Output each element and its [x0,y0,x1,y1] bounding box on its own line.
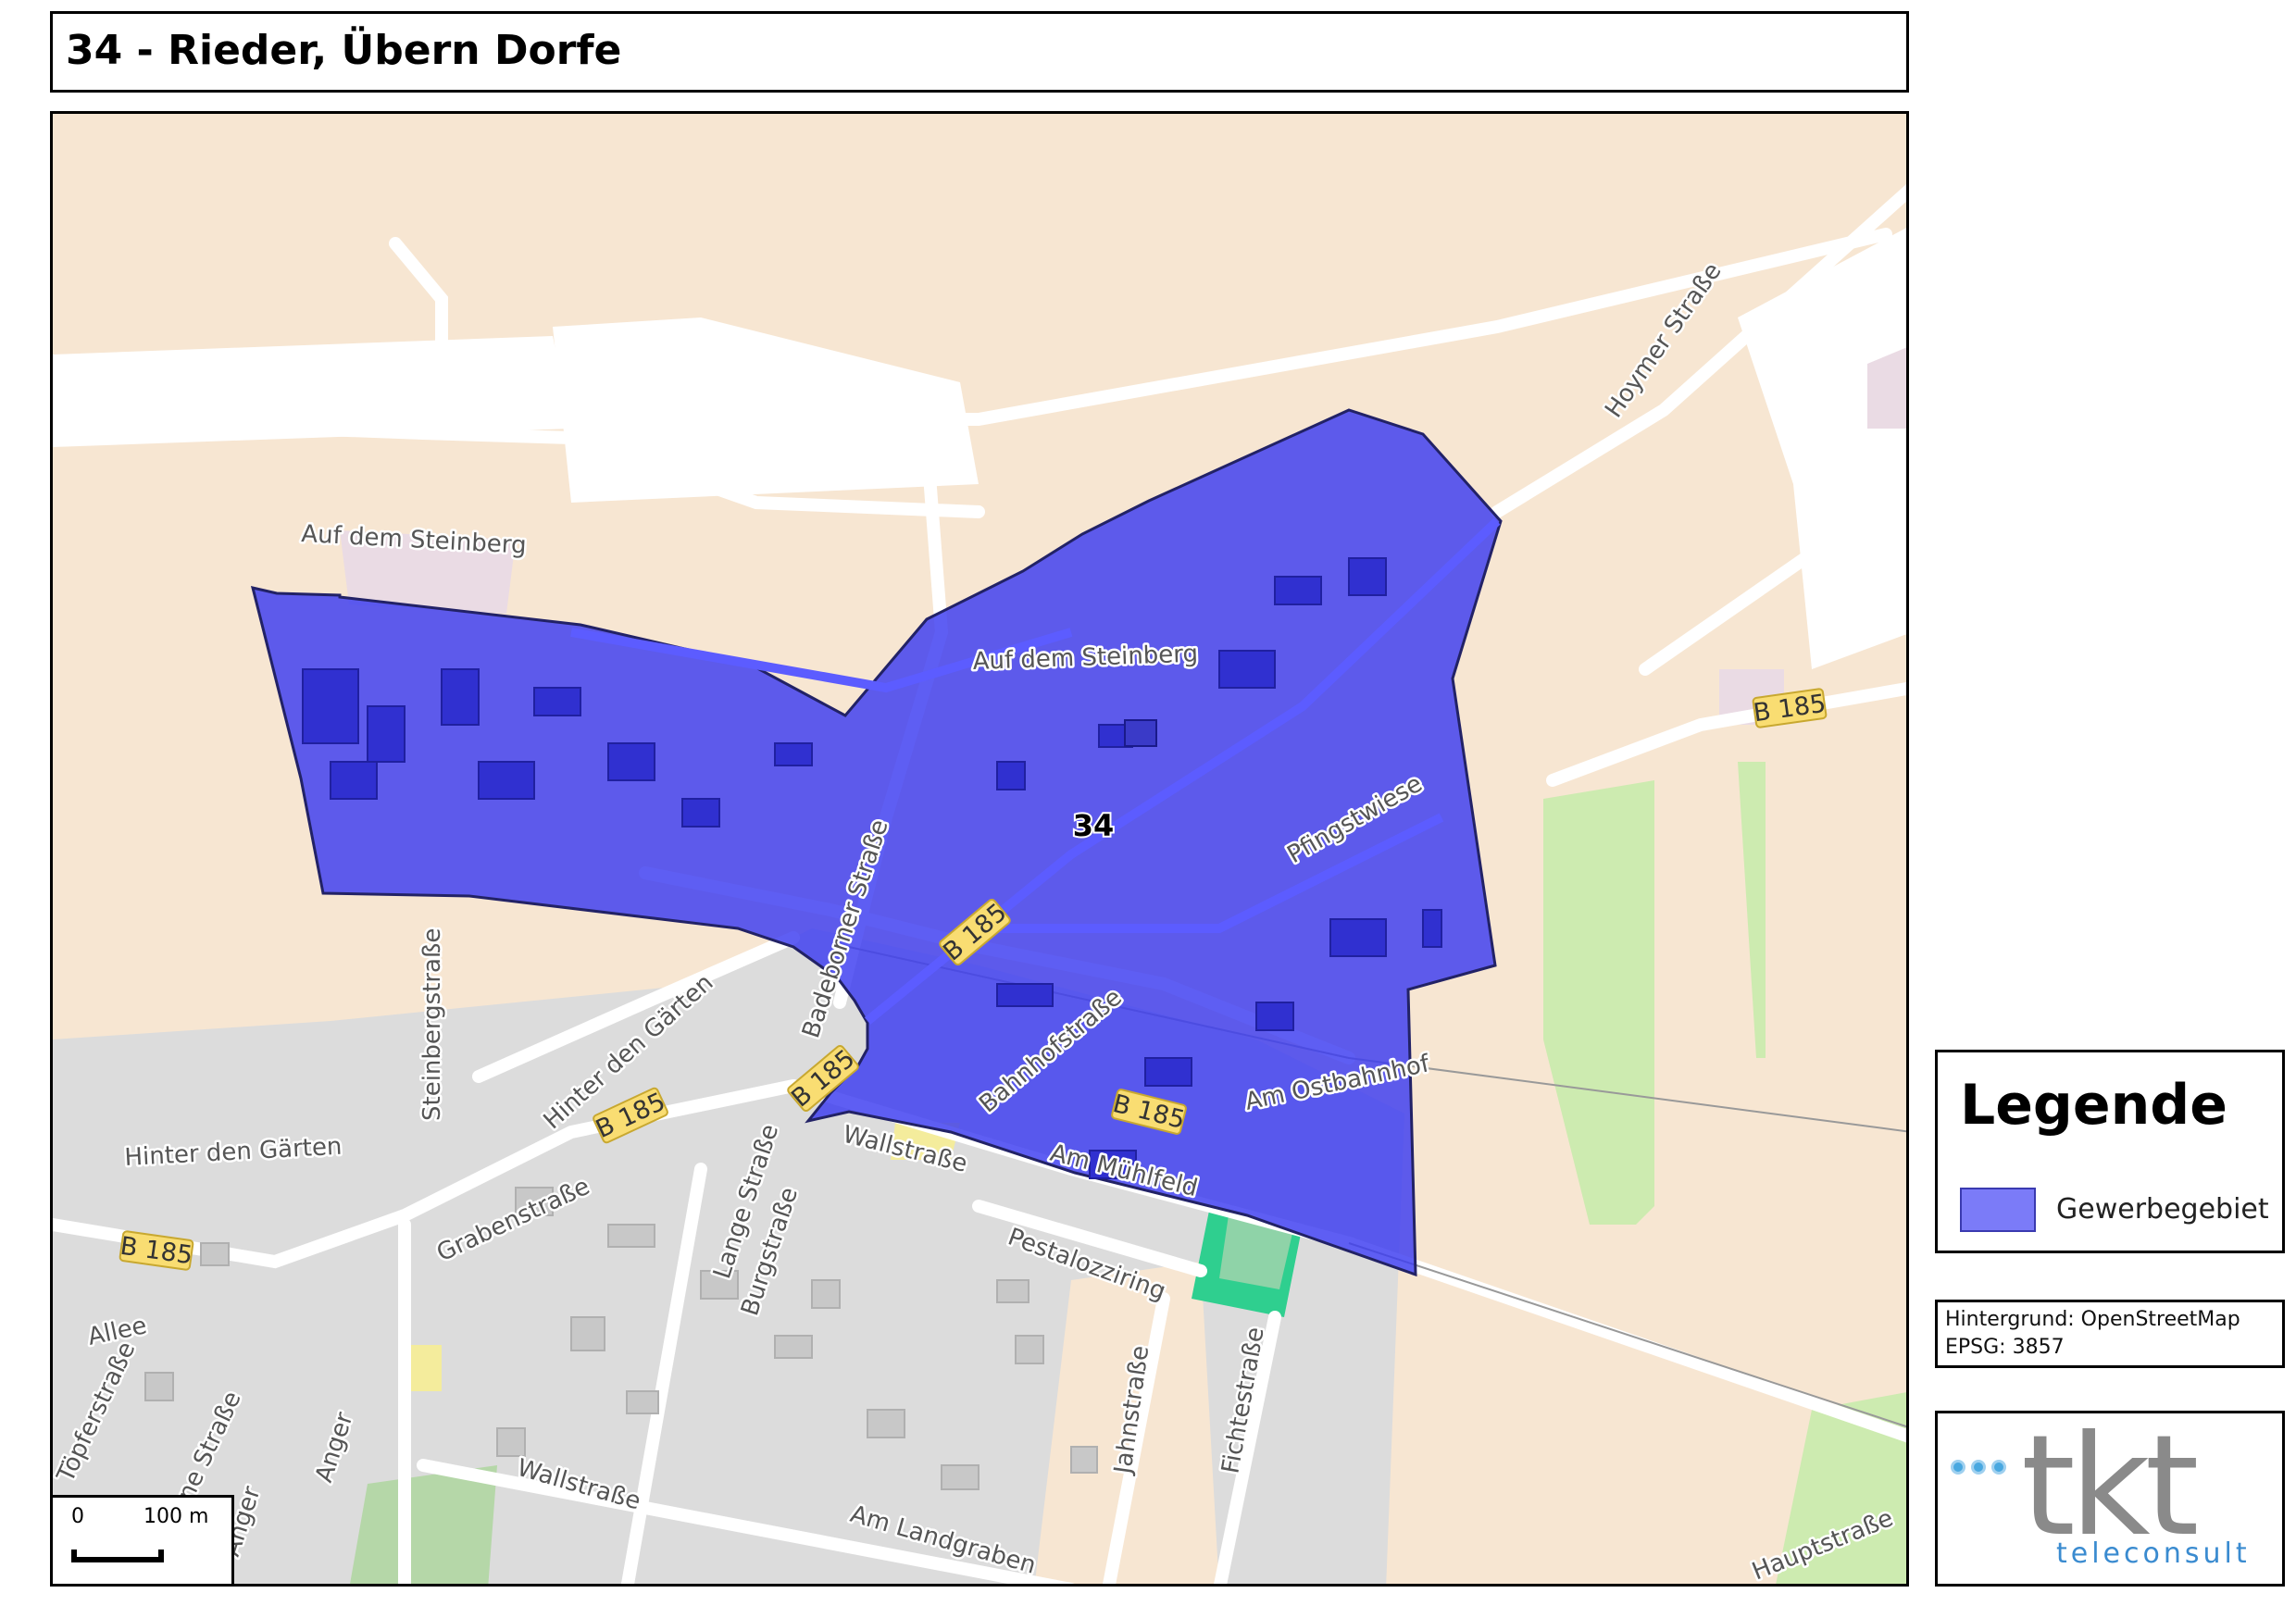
open-field-2 [553,317,979,503]
legend-label-gewerbegebiet: Gewerbegebiet [2056,1193,2269,1226]
marker-building [1124,719,1157,747]
legend-box: Legende Gewerbegebiet [1935,1050,2285,1253]
street-label-auf-dem-steinberg: Auf dem Steinberg [301,520,528,560]
logo-subtitle: teleconsult [2056,1537,2251,1570]
map-canvas[interactable]: 34 Auf dem Steinberg Auf dem Steinberg H… [53,114,1909,1587]
source-epsg-text: EPSG: 3857 [1945,1336,2065,1359]
logo-dot-icon [1951,1460,1965,1475]
legend-swatch-gewerbegebiet [1960,1188,2036,1232]
meadow-strip [1738,762,1766,1058]
street-label-steinbergstrasse: Steinbergstraße [418,928,446,1121]
scale-zero-label: 0 [71,1505,84,1528]
meadow-1 [1543,780,1654,1225]
scale-bar-box: 0 100 m [53,1495,234,1584]
logo-dot-icon [1971,1460,1986,1475]
company-logo-box: tkt teleconsult [1935,1411,2285,1587]
source-background-text: Hintergrund: OpenStreetMap [1945,1308,2240,1331]
park [350,1465,497,1584]
road-track-north [389,237,448,361]
logo-dot-icon [1991,1460,2006,1475]
title-box: 34 - Rieder, Übern Dorfe [50,11,1909,93]
source-info-box: Hintergrund: OpenStreetMap EPSG: 3857 [1935,1300,2285,1368]
open-field-3 [1738,228,1906,669]
logo-wordmark: tkt [2021,1406,2199,1567]
scale-distance-label: 100 m [144,1505,209,1528]
map-title: 34 - Rieder, Übern Dorfe [66,27,622,74]
scale-bar [71,1550,164,1562]
area-number-label: 34 [1073,808,1115,843]
legend-title: Legende [1960,1073,2227,1138]
map-frame[interactable]: 34 Auf dem Steinberg Auf dem Steinberg H… [50,111,1909,1587]
